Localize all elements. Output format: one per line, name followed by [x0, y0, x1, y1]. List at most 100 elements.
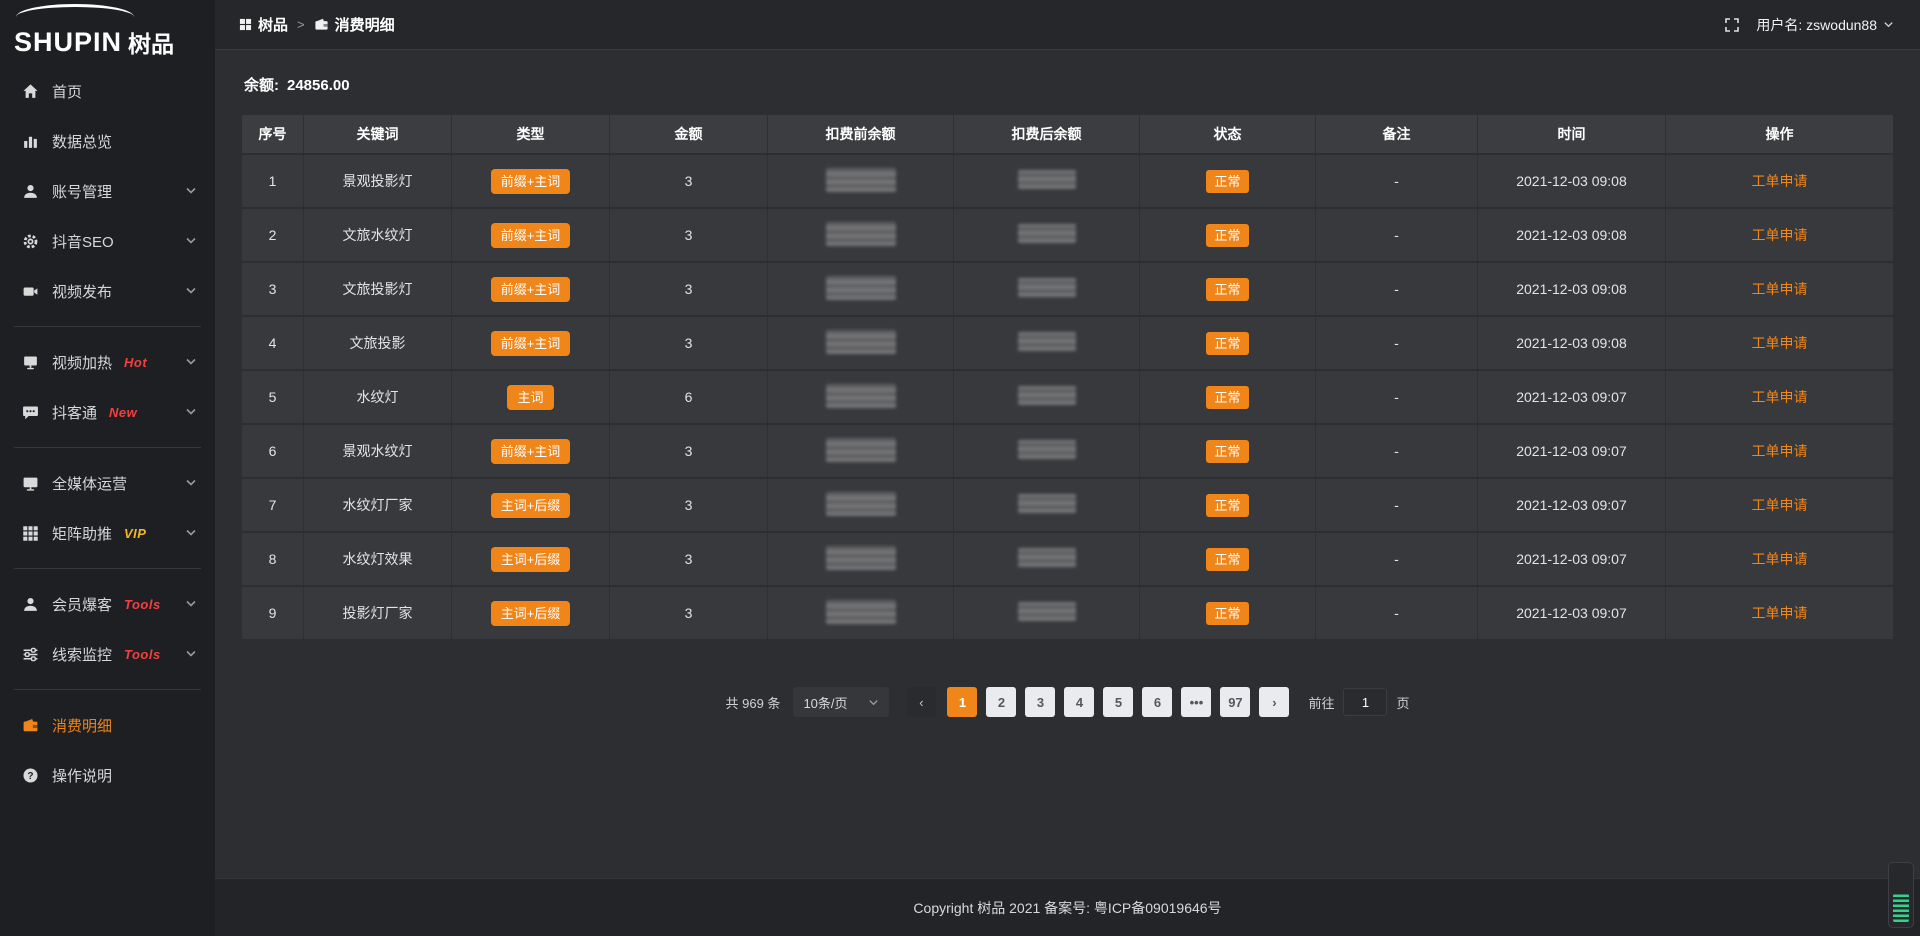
sidebar-item-label: 视频加热 — [52, 352, 112, 373]
sidebar-item-label: 账号管理 — [52, 181, 112, 202]
table-row: 4 文旅投影 前缀+主词 3 正常 - 2021-12-03 09:08 工单申… — [242, 317, 1893, 369]
type-badge: 前缀+主词 — [491, 277, 571, 302]
work-order-link[interactable]: 工单申请 — [1752, 281, 1808, 297]
prev-page-button[interactable]: ‹ — [906, 687, 936, 717]
redacted-balance — [826, 438, 896, 462]
new-tag: New — [109, 405, 137, 420]
cell-action: 工单申请 — [1666, 263, 1893, 315]
table-row: 8 水纹灯效果 主词+后缀 3 正常 - 2021-12-03 09:07 工单… — [242, 533, 1893, 585]
fullscreen-icon[interactable] — [1724, 17, 1740, 33]
sidebar-item-label: 矩阵助推 — [52, 523, 112, 544]
page-button[interactable]: 3 — [1025, 687, 1055, 717]
vip-tag: VIP — [124, 526, 146, 541]
table-row: 3 文旅投影灯 前缀+主词 3 正常 - 2021-12-03 09:08 工单… — [242, 263, 1893, 315]
consumption-table: 序号 关键词 类型 金额 扣费前余额 扣费后余额 状态 备注 时间 操作 — [242, 113, 1893, 641]
page-size-value: 10条/页 — [803, 693, 847, 712]
work-order-link[interactable]: 工单申请 — [1752, 551, 1808, 567]
cell-index: 3 — [242, 263, 304, 315]
sidebar-item-clue-monitor[interactable]: 线索监控 Tools — [0, 629, 215, 679]
page-button[interactable]: 6 — [1142, 687, 1172, 717]
hot-tag: Hot — [124, 355, 147, 370]
cell-balance-before — [768, 425, 954, 477]
work-order-link[interactable]: 工单申请 — [1752, 173, 1808, 189]
cell-balance-before — [768, 371, 954, 423]
grid-icon — [22, 525, 39, 542]
redacted-balance — [826, 546, 896, 570]
cell-type: 主词+后缀 — [452, 587, 610, 639]
cell-keyword: 水纹灯厂家 — [304, 479, 452, 531]
sidebar-item-account[interactable]: 账号管理 — [0, 166, 215, 216]
sidebar-item-label: 首页 — [52, 81, 82, 102]
work-order-link[interactable]: 工单申请 — [1752, 227, 1808, 243]
col-amount: 金额 — [610, 115, 768, 153]
main-panel: 树品 > 消费明细 用户名: zswodun88 余额:24856.00 — [215, 0, 1920, 936]
work-order-link[interactable]: 工单申请 — [1752, 443, 1808, 459]
content-area: 余额:24856.00 序号 关键词 类型 金额 扣费前余额 扣费后余额 — [215, 50, 1920, 878]
page-button[interactable]: 2 — [986, 687, 1016, 717]
sidebar-item-douyin-seo[interactable]: 抖音SEO — [0, 216, 215, 266]
breadcrumb-current[interactable]: 消费明细 — [314, 14, 395, 35]
breadcrumb: 树品 > 消费明细 — [239, 14, 395, 35]
type-badge: 前缀+主词 — [491, 331, 571, 356]
status-badge: 正常 — [1206, 170, 1248, 193]
sidebar-item-home[interactable]: 首页 — [0, 66, 215, 116]
page-button[interactable]: 4 — [1064, 687, 1094, 717]
cell-time: 2021-12-03 09:07 — [1478, 587, 1666, 639]
work-order-link[interactable]: 工单申请 — [1752, 335, 1808, 351]
work-order-link[interactable]: 工单申请 — [1752, 605, 1808, 621]
member-icon — [22, 596, 39, 613]
user-dropdown[interactable]: 用户名: zswodun88 — [1756, 15, 1894, 35]
sidebar-item-data-overview[interactable]: 数据总览 — [0, 116, 215, 166]
cell-remark: - — [1316, 209, 1478, 261]
sidebar-item-all-media[interactable]: 全媒体运营 — [0, 458, 215, 508]
col-index: 序号 — [242, 115, 304, 153]
next-page-button[interactable]: › — [1259, 687, 1289, 717]
page-button[interactable]: 1 — [947, 687, 977, 717]
status-badge: 正常 — [1206, 494, 1248, 517]
cell-balance-after — [954, 587, 1140, 639]
wallet-icon — [22, 717, 39, 734]
cell-status: 正常 — [1140, 479, 1316, 531]
work-order-link[interactable]: 工单申请 — [1752, 497, 1808, 513]
sidebar-item-consumption-detail[interactable]: 消费明细 — [0, 700, 215, 750]
cell-index: 6 — [242, 425, 304, 477]
page-button[interactable]: 5 — [1103, 687, 1133, 717]
chevron-down-icon — [185, 477, 197, 489]
type-badge: 前缀+主词 — [491, 169, 571, 194]
page-button[interactable]: ••• — [1181, 687, 1211, 717]
cell-balance-before — [768, 587, 954, 639]
page-size-select[interactable]: 10条/页 — [793, 687, 889, 717]
sidebar-item-douketong[interactable]: 抖客通 New — [0, 387, 215, 437]
sidebar-item-instructions[interactable]: ? 操作说明 — [0, 750, 215, 800]
caret-down-icon — [1883, 19, 1894, 30]
pagination: 共 969 条 10条/页 ‹ 1 2 3 4 5 6 — [242, 687, 1893, 717]
status-badge: 正常 — [1206, 332, 1248, 355]
breadcrumb-home[interactable]: 树品 — [239, 14, 288, 35]
table-row: 7 水纹灯厂家 主词+后缀 3 正常 - 2021-12-03 09:07 工单… — [242, 479, 1893, 531]
cell-time: 2021-12-03 09:07 — [1478, 425, 1666, 477]
table-header-row: 序号 关键词 类型 金额 扣费前余额 扣费后余额 状态 备注 时间 操作 — [242, 115, 1893, 153]
cell-time: 2021-12-03 09:08 — [1478, 317, 1666, 369]
status-badge: 正常 — [1206, 386, 1248, 409]
cell-action: 工单申请 — [1666, 317, 1893, 369]
cell-index: 7 — [242, 479, 304, 531]
sidebar-item-member-boom[interactable]: 会员爆客 Tools — [0, 579, 215, 629]
work-order-link[interactable]: 工单申请 — [1752, 389, 1808, 405]
cell-keyword: 文旅投影 — [304, 317, 452, 369]
cell-remark: - — [1316, 155, 1478, 207]
cell-remark: - — [1316, 425, 1478, 477]
cell-balance-after — [954, 425, 1140, 477]
sidebar-item-video-heat[interactable]: 视频加热 Hot — [0, 337, 215, 387]
page-button[interactable]: 97 — [1220, 687, 1250, 717]
status-badge: 正常 — [1206, 278, 1248, 301]
sidebar-item-matrix-boost[interactable]: 矩阵助推 VIP — [0, 508, 215, 558]
goto-page-input[interactable] — [1343, 688, 1387, 716]
cell-index: 2 — [242, 209, 304, 261]
type-badge: 主词+后缀 — [491, 601, 571, 626]
redacted-balance — [1018, 386, 1076, 405]
cell-type: 前缀+主词 — [452, 263, 610, 315]
caret-down-icon — [868, 697, 879, 708]
cell-action: 工单申请 — [1666, 479, 1893, 531]
sidebar-item-video-publish[interactable]: 视频发布 — [0, 266, 215, 316]
floating-widget[interactable] — [1888, 862, 1914, 928]
